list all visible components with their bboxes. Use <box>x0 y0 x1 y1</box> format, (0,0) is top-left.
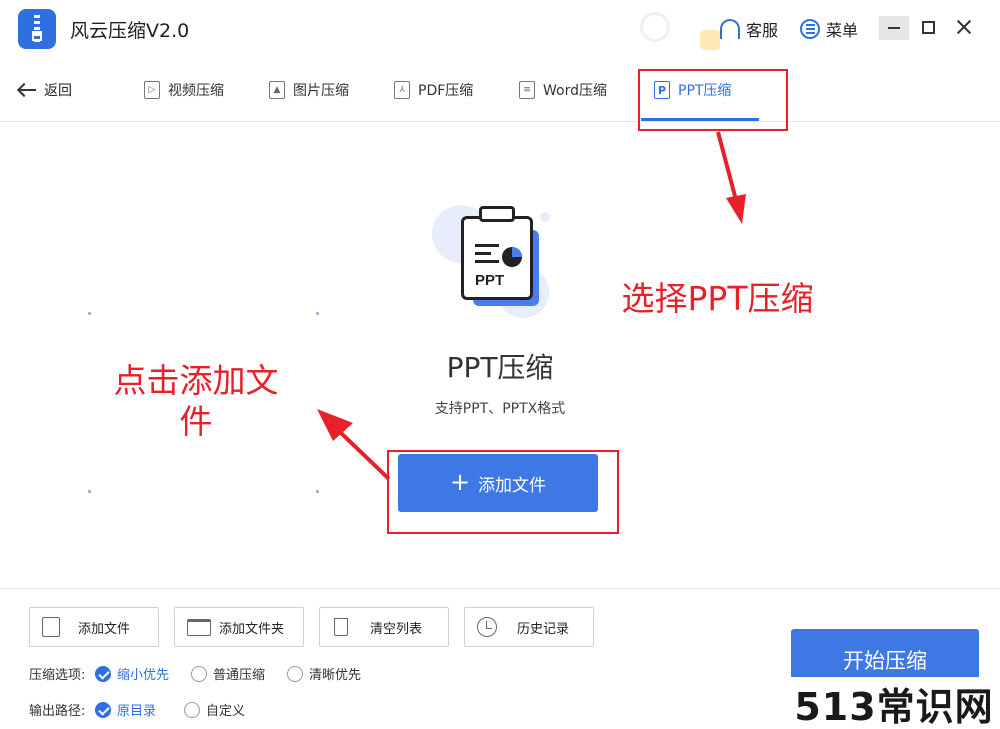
footer-divider <box>0 588 1000 589</box>
watermark: 513常识网 <box>788 677 1000 729</box>
radio-label: 自定义 <box>206 704 246 719</box>
video-file-icon: ▷ <box>144 81 160 99</box>
radio-clarity-first[interactable]: 清晰优先 <box>287 664 361 683</box>
title-bar: 风云压缩V2.0 客服 菜单 <box>0 0 1000 60</box>
tab-label: Word压缩 <box>543 83 607 99</box>
annotation-click-add: 点击添加文件 <box>113 361 279 442</box>
menu-label: 菜单 <box>826 21 859 40</box>
history-label: 历史记录 <box>517 621 570 637</box>
word-file-icon: ≡ <box>519 81 535 99</box>
add-file-toolbar-button[interactable]: 添加文件 <box>29 607 159 647</box>
clock-icon <box>477 617 497 637</box>
radio-label: 清晰优先 <box>309 668 362 683</box>
annotation-box-ppt-tab <box>638 69 788 131</box>
maximize-button[interactable] <box>922 21 935 34</box>
add-folder-label: 添加文件夹 <box>219 621 285 637</box>
add-file-toolbar-label: 添加文件 <box>78 621 131 637</box>
annotation-select-ppt: 选择PPT压缩 <box>621 279 814 318</box>
clear-list-label: 清空列表 <box>370 621 423 637</box>
tab-label: PDF压缩 <box>418 83 474 99</box>
plus-icon: + <box>449 468 471 496</box>
radio-custom-dir[interactable]: 自定义 <box>184 700 245 719</box>
compress-options-label: 压缩选项: <box>29 668 86 683</box>
clipboard-line <box>475 252 491 255</box>
customer-service-label: 客服 <box>746 21 779 40</box>
pie-chart-icon <box>502 247 522 267</box>
add-folder-icon <box>187 618 211 636</box>
back-button[interactable]: 返回 <box>18 80 72 100</box>
tab-word-compress[interactable]: ≡ Word压缩 <box>519 80 607 100</box>
tab-label: 视频压缩 <box>168 83 224 99</box>
notification-dot-icon <box>700 30 720 50</box>
trash-icon <box>334 618 348 636</box>
compress-options: 压缩选项: 缩小优先 普通压缩 清晰优先 <box>29 664 383 683</box>
clipboard-label: PPT <box>475 272 505 289</box>
pdf-file-icon: ⅄ <box>394 81 410 99</box>
menu-icon <box>800 19 820 39</box>
back-label: 返回 <box>44 83 72 99</box>
radio-icon <box>184 701 201 718</box>
clipboard-clip <box>479 206 515 222</box>
drop-zone-corner <box>88 490 91 493</box>
output-path-label: 输出路径: <box>29 704 86 719</box>
add-folder-button[interactable]: 添加文件夹 <box>174 607 304 647</box>
tab-image-compress[interactable]: ▲ 图片压缩 <box>269 80 349 100</box>
radio-normal-compress[interactable]: 普通压缩 <box>191 664 265 683</box>
add-file-label: 添加文件 <box>478 475 547 496</box>
app-logo-icon <box>18 9 56 49</box>
drop-zone-corner <box>316 312 319 315</box>
radio-icon <box>287 665 304 682</box>
headset-icon <box>720 19 740 39</box>
radio-icon <box>191 665 208 682</box>
radio-smaller-first[interactable]: 缩小优先 <box>95 664 169 683</box>
loading-spinner-icon <box>640 12 670 42</box>
customer-service-button[interactable]: 客服 <box>720 17 778 41</box>
clear-list-button[interactable]: 清空列表 <box>319 607 449 647</box>
add-file-icon <box>42 617 60 637</box>
arrow-left-icon <box>18 83 36 97</box>
close-button[interactable] <box>954 17 974 37</box>
menu-button[interactable]: 菜单 <box>800 17 858 41</box>
clipboard-line <box>475 260 499 263</box>
radio-original-dir[interactable]: 原目录 <box>95 700 156 719</box>
tab-pdf-compress[interactable]: ⅄ PDF压缩 <box>394 80 473 100</box>
clipboard-line <box>475 244 499 247</box>
radio-label: 普通压缩 <box>213 668 266 683</box>
drop-zone-corner <box>316 490 319 493</box>
app-title: 风云压缩V2.0 <box>70 20 190 42</box>
drop-zone-corner <box>88 312 91 315</box>
tab-label: 图片压缩 <box>293 83 349 99</box>
radio-label: 原目录 <box>117 704 157 719</box>
output-path-options: 输出路径: 原目录 自定义 <box>29 700 267 719</box>
add-file-button[interactable]: + 添加文件 <box>398 454 598 512</box>
annotation-arrow-down-icon <box>716 131 746 224</box>
radio-label: 缩小优先 <box>117 668 170 683</box>
checked-radio-icon <box>95 665 111 682</box>
minimize-button[interactable] <box>879 16 909 40</box>
tab-video-compress[interactable]: ▷ 视频压缩 <box>144 80 224 100</box>
decor-circle <box>540 212 550 222</box>
checked-radio-icon <box>95 701 111 718</box>
image-file-icon: ▲ <box>269 81 285 99</box>
tab-bar: 返回 ▷ 视频压缩 ▲ 图片压缩 ⅄ PDF压缩 ≡ Word压缩 P PPT压… <box>0 60 1000 122</box>
annotation-arrow-left-icon <box>317 409 391 481</box>
history-button[interactable]: 历史记录 <box>464 607 594 647</box>
